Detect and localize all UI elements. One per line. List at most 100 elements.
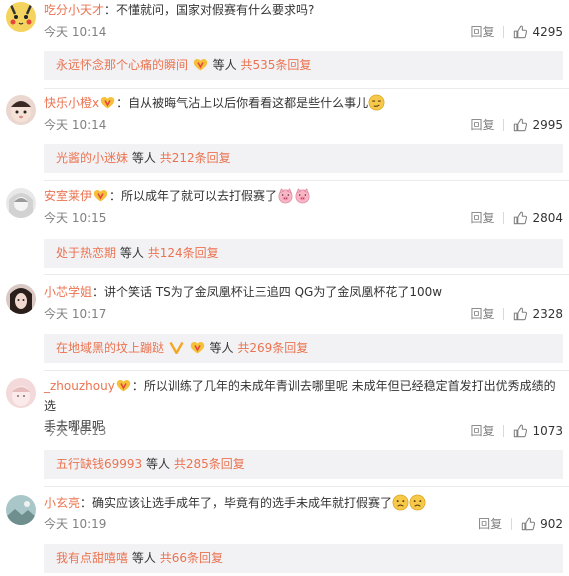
- vip-badge-icon: [93, 189, 108, 202]
- reply-button[interactable]: 回复: [470, 421, 494, 441]
- thumbs-up-icon: [513, 211, 527, 225]
- comment-username[interactable]: 吃分小天才: [44, 3, 104, 17]
- comment-divider: [44, 88, 569, 89]
- comment-meta: 今天 10:17 回复 2328: [44, 304, 563, 324]
- sub-reply-summary: 光酱的小迷妹 等人 共212条回复: [44, 144, 563, 173]
- like-button[interactable]: 2328: [513, 304, 563, 324]
- sub-reply-username[interactable]: 我有点甜嘻嘻: [56, 551, 128, 565]
- comment-actions: 回复 2995: [470, 115, 563, 135]
- comment-divider: [44, 370, 569, 371]
- view-replies-link[interactable]: 共212条回复: [160, 151, 231, 165]
- comment-meta: 今天 10:15 回复 2804: [44, 208, 563, 228]
- like-count: 2328: [532, 307, 563, 321]
- reply-button[interactable]: 回复: [470, 208, 494, 228]
- comment-time: 今天 10:13: [44, 424, 107, 438]
- view-replies-link[interactable]: 共66条回复: [160, 551, 223, 565]
- comment-username[interactable]: 小芯学姐: [44, 285, 92, 299]
- anime-avatar-icon[interactable]: [6, 188, 36, 218]
- baby-avatar-icon[interactable]: [6, 95, 36, 125]
- thumbs-up-icon: [513, 25, 527, 39]
- sad-face-emoji-icon: [392, 494, 409, 511]
- like-button[interactable]: 4295: [513, 22, 563, 42]
- sub-reply-etc: 等人: [212, 58, 237, 72]
- comment-username[interactable]: 快乐小橙x: [44, 96, 99, 110]
- comment-meta: 今天 10:19 回复 902: [44, 514, 563, 534]
- pig-face-emoji-icon: [277, 187, 294, 204]
- comment-meta: 今天 10:13 回复 1073: [44, 421, 563, 441]
- sub-reply-summary: 在地域黑的坟上蹦跶 等人 共269条回复: [44, 334, 563, 363]
- vip-badge-icon: [193, 58, 208, 71]
- sub-reply-etc: 等人: [209, 341, 234, 355]
- comment-divider: [44, 486, 569, 487]
- sub-reply-summary: 我有点甜嘻嘻 等人 共66条回复: [44, 544, 563, 573]
- sub-reply-username[interactable]: 五行缺钱69993: [56, 457, 142, 471]
- like-count: 4295: [532, 25, 563, 39]
- comment-time: 今天 10:15: [44, 211, 107, 225]
- sub-reply-etc: 等人: [146, 457, 171, 471]
- comment-actions: 回复 2328: [470, 304, 563, 324]
- view-replies-link[interactable]: 共285条回复: [174, 457, 245, 471]
- pig-face-emoji-icon: [294, 187, 311, 204]
- vip-badge-icon: [190, 341, 205, 354]
- comment-username[interactable]: 安室莱伊: [44, 189, 92, 203]
- like-button[interactable]: 2804: [513, 208, 563, 228]
- comment-body: ：讲个笑话 TS为了金凤凰杯让三追四 QG为了金凤凰杯花了100w: [92, 285, 443, 299]
- thumbs-up-icon: [513, 118, 527, 132]
- comment-text: 小芯学姐：讲个笑话 TS为了金凤凰杯让三追四 QG为了金凤凰杯花了100w: [44, 282, 563, 302]
- view-replies-link[interactable]: 共535条回复: [241, 58, 312, 72]
- action-divider: [503, 119, 505, 131]
- sub-reply-etc: 等人: [119, 246, 144, 260]
- sub-reply-username[interactable]: 光酱的小迷妹: [56, 151, 128, 165]
- view-replies-link[interactable]: 共269条回复: [237, 341, 308, 355]
- comment-body: ：自从被晦气沾上以后你看看这都是些什么事儿: [116, 96, 369, 110]
- sub-reply-username[interactable]: 处于热恋期: [56, 246, 116, 260]
- thumbs-up-icon: [513, 307, 527, 321]
- like-button[interactable]: 1073: [513, 421, 563, 441]
- comment-actions: 回复 1073: [470, 421, 563, 441]
- comment-divider: [44, 180, 569, 181]
- action-divider: [511, 518, 513, 530]
- pink-face-avatar-icon[interactable]: [6, 378, 36, 408]
- action-divider: [503, 308, 505, 320]
- vip-v-badge-icon: [169, 341, 184, 354]
- vip-badge-icon: [116, 379, 131, 392]
- action-divider: [503, 212, 505, 224]
- like-button[interactable]: 902: [521, 514, 563, 534]
- like-count: 2995: [532, 118, 563, 132]
- like-button[interactable]: 2995: [513, 115, 563, 135]
- reply-button[interactable]: 回复: [470, 22, 494, 42]
- sad-face-emoji-icon: [409, 494, 426, 511]
- comment-text: 小玄亮：确实应该让选手成年了，毕竟有的选手未成年就打假赛了: [44, 493, 563, 513]
- like-count: 902: [540, 517, 563, 531]
- comment-body: ：所以成年了就可以去打假赛了: [109, 189, 278, 203]
- thumbs-up-icon: [521, 517, 535, 531]
- vip-badge-icon: [100, 96, 115, 109]
- sub-reply-username[interactable]: 永远怀念那个心痛的瞬间: [56, 58, 188, 72]
- view-replies-link[interactable]: 共124条回复: [148, 246, 219, 260]
- comment-meta: 今天 10:14 回复 2995: [44, 115, 563, 135]
- sub-reply-summary: 处于热恋期 等人 共124条回复: [44, 239, 563, 268]
- pikachu-avatar-icon[interactable]: [6, 2, 36, 32]
- comment-body: ：确实应该让选手成年了，毕竟有的选手未成年就打假赛了: [80, 496, 393, 510]
- girl-avatar-icon[interactable]: [6, 284, 36, 314]
- reply-button[interactable]: 回复: [470, 304, 494, 324]
- comment-username[interactable]: _zhouzhouy: [44, 379, 115, 393]
- comment-time: 今天 10:17: [44, 307, 107, 321]
- comment-text: 吃分小天才：不懂就问，国家对假赛有什么要求吗?: [44, 0, 563, 20]
- reply-button[interactable]: 回复: [478, 514, 502, 534]
- comment-time: 今天 10:14: [44, 25, 107, 39]
- comment-actions: 回复 902: [478, 514, 563, 534]
- sub-reply-summary: 五行缺钱69993 等人 共285条回复: [44, 450, 563, 479]
- smug-face-emoji-icon: [368, 94, 385, 111]
- comment-text: 安室莱伊 ：所以成年了就可以去打假赛了: [44, 186, 563, 206]
- reply-button[interactable]: 回复: [470, 115, 494, 135]
- sub-reply-etc: 等人: [131, 151, 156, 165]
- thumbs-up-icon: [513, 424, 527, 438]
- landscape-avatar-icon[interactable]: [6, 495, 36, 525]
- sub-reply-username[interactable]: 在地域黑的坟上蹦跶: [56, 341, 164, 355]
- comment-time: 今天 10:19: [44, 517, 107, 531]
- comment-time: 今天 10:14: [44, 118, 107, 132]
- comment-body: ：不懂就问，国家对假赛有什么要求吗?: [104, 3, 315, 17]
- like-count: 1073: [532, 424, 563, 438]
- comment-username[interactable]: 小玄亮: [44, 496, 80, 510]
